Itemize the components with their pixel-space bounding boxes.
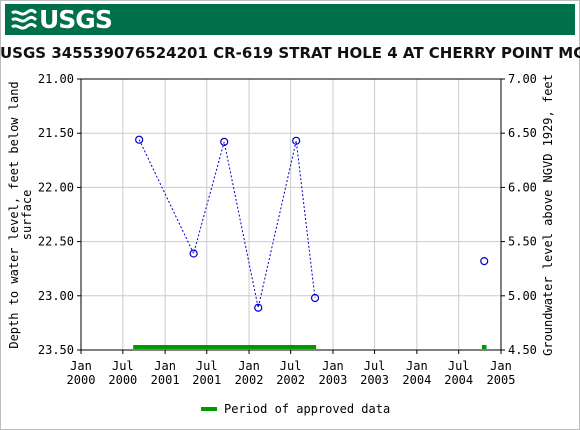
right-tick-label: 6.00 (508, 180, 537, 194)
x-tick-label-year: 2001 (151, 373, 180, 387)
right-tick-label: 7.00 (508, 72, 537, 86)
x-tick-label-year: 2004 (444, 373, 473, 387)
x-tick-label-year: 2005 (487, 373, 516, 387)
x-tick-label-month: Jan (154, 359, 176, 373)
x-tick-label-month: Jan (238, 359, 260, 373)
data-point (480, 257, 489, 266)
x-tick-label-month: Jul (196, 359, 218, 373)
approved-bars (133, 345, 487, 349)
x-tick-label-year: 2003 (319, 373, 348, 387)
x-tick-label-year: 2002 (235, 373, 264, 387)
x-tick-label-year: 2003 (360, 373, 389, 387)
right-tick-label: 4.50 (508, 343, 537, 357)
x-tick-label-month: Jul (280, 359, 302, 373)
data-point (189, 249, 198, 258)
left-axis-label-line2: surface (20, 190, 34, 241)
legend-label: Period of approved data (224, 402, 390, 416)
x-tick-label-month: Jul (112, 359, 134, 373)
data-point (135, 135, 144, 144)
left-tick-label: 21.00 (38, 72, 74, 86)
left-axis-label-line1: Depth to water level, feet below land (7, 81, 21, 348)
right-tick-label: 5.00 (508, 289, 537, 303)
grid-lines (80, 78, 502, 351)
right-tick-label: 6.50 (508, 126, 537, 140)
approved-period-bar (133, 345, 317, 349)
x-tick-label-year: 2004 (402, 373, 431, 387)
x-tick-label-month: Jan (490, 359, 512, 373)
left-tick-label: 21.50 (38, 126, 74, 140)
right-tick-label: 5.50 (508, 235, 537, 249)
x-tick-label-month: Jan (70, 359, 92, 373)
approved-period-bar (481, 345, 487, 349)
x-tick-label-year: 2001 (192, 373, 221, 387)
left-axis-ticks: 21.00 21.50 22.00 22.50 23.00 23.50 (38, 72, 81, 357)
left-tick-label: 23.00 (38, 289, 74, 303)
x-axis-ticks: Jan2000Jul2000Jan2001Jul2001Jan2002Jul20… (67, 350, 516, 387)
x-tick-label-year: 2000 (108, 373, 137, 387)
chart-svg: 21.00 21.50 22.00 22.50 23.00 23.50 7.00 6.50 6… (7, 72, 555, 416)
legend-swatch (201, 407, 217, 411)
x-tick-label-month: Jul (448, 359, 470, 373)
x-tick-label-month: Jan (322, 359, 344, 373)
data-series (135, 135, 489, 312)
right-axis-label: Groundwater level above NGVD 1929, feet (541, 74, 555, 356)
left-tick-label: 22.00 (38, 180, 74, 194)
left-tick-label: 22.50 (38, 235, 74, 249)
x-tick-label-year: 2000 (67, 373, 96, 387)
right-axis-ticks: 7.00 6.50 6.00 5.50 5.00 4.50 (501, 72, 537, 357)
x-tick-label-year: 2002 (276, 373, 305, 387)
x-tick-label-month: Jan (406, 359, 428, 373)
x-tick-label-month: Jul (364, 359, 386, 373)
left-tick-label: 23.50 (38, 343, 74, 357)
